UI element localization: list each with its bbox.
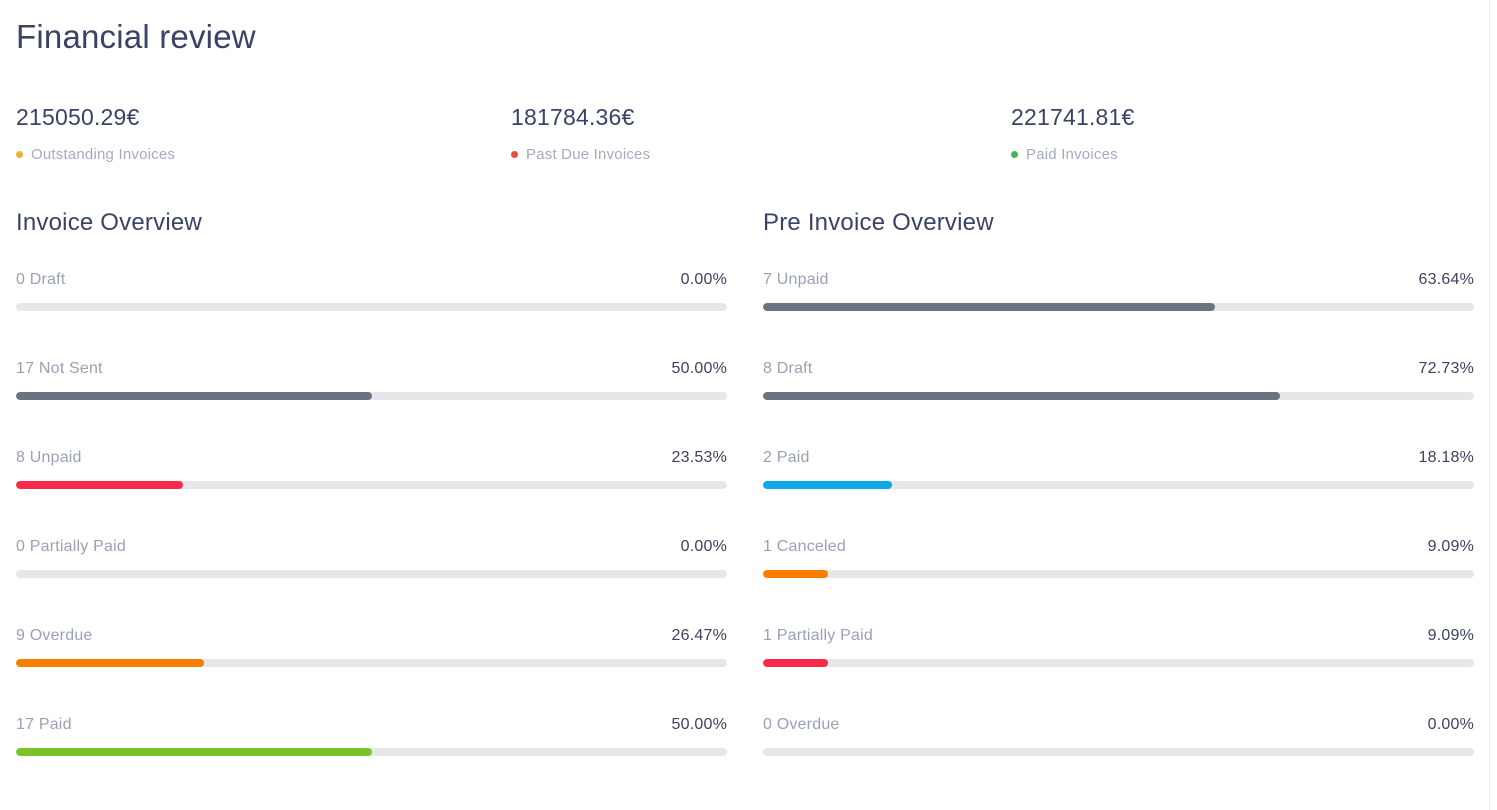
kpi-label-row: Paid Invoices [1011,146,1474,163]
progress-bar-track [16,748,727,756]
status-row: 1 Partially Paid 9.09% [763,627,1474,667]
progress-bar-track [763,303,1474,311]
progress-bar-fill [16,392,372,400]
status-row-header: 7 Unpaid 63.64% [763,271,1474,289]
progress-bar-track [16,570,727,578]
progress-bar-track [16,659,727,667]
kpi-value: 181784.36€ [511,104,635,130]
progress-bar-track [16,303,727,311]
status-row-header: 17 Paid 50.00% [16,716,727,734]
section-title: Invoice Overview [16,209,202,236]
status-row: 17 Not Sent 50.00% [16,360,727,400]
status-row-header: 0 Draft 0.00% [16,271,727,289]
status-label: 1 Canceled [763,538,846,555]
progress-bar-fill [763,570,828,578]
status-row-header: 8 Unpaid 23.53% [16,449,727,467]
status-row: 0 Partially Paid 0.00% [16,538,727,578]
status-row: 2 Paid 18.18% [763,449,1474,489]
kpi-label: Outstanding Invoices [31,146,176,163]
progress-bar-fill [16,659,205,667]
status-row-header: 0 Overdue 0.00% [763,716,1474,734]
kpi-value: 221741.81€ [1011,104,1135,130]
status-row: 9 Overdue 26.47% [16,627,727,667]
kpi-card: 221741.81€ Paid Invoices [1011,104,1474,163]
status-percent: 0.00% [1427,716,1474,733]
status-row: 0 Draft 0.00% [16,271,727,311]
status-label: 2 Paid [763,449,810,466]
status-percent: 0.00% [680,538,727,555]
status-label: 8 Draft [763,360,813,377]
progress-bar-track [763,570,1474,578]
status-label: 0 Overdue [763,716,840,733]
status-label: 8 Unpaid [16,449,82,466]
overview-sections: Invoice Overview 0 Draft 0.00% 17 Not Se… [16,209,1474,805]
overview-section: Pre Invoice Overview 7 Unpaid 63.64% 8 D… [763,209,1474,805]
kpi-dot-icon [1011,151,1018,158]
kpi-dot-icon [511,151,518,158]
progress-bar-track [763,748,1474,756]
page-title: Financial review [16,18,256,55]
progress-bar-track [16,392,727,400]
status-label: 7 Unpaid [763,271,829,288]
status-percent: 72.73% [1418,360,1474,377]
scrollbar-track [1489,0,1490,810]
status-percent: 18.18% [1418,449,1474,466]
progress-bar-fill [763,303,1216,311]
kpi-label-row: Past Due Invoices [511,146,1011,163]
kpi-dot-icon [16,151,23,158]
status-percent: 63.64% [1418,271,1474,288]
status-label: 0 Draft [16,271,66,288]
progress-bar-fill [763,659,828,667]
status-label: 0 Partially Paid [16,538,126,555]
kpi-label: Paid Invoices [1026,146,1118,163]
status-row-header: 1 Partially Paid 9.09% [763,627,1474,645]
status-percent: 50.00% [671,716,727,733]
status-percent: 50.00% [671,360,727,377]
status-rows: 0 Draft 0.00% 17 Not Sent 50.00% 8 Unpai… [16,271,727,756]
progress-bar-fill [763,481,893,489]
progress-bar-fill [16,748,372,756]
status-percent: 9.09% [1427,538,1474,555]
kpi-value: 215050.29€ [16,104,140,130]
status-label: 17 Not Sent [16,360,103,377]
status-row-header: 0 Partially Paid 0.00% [16,538,727,556]
status-rows: 7 Unpaid 63.64% 8 Draft 72.73% 2 Paid 18… [763,271,1474,756]
kpi-row: 215050.29€ Outstanding Invoices 181784.3… [16,104,1474,163]
status-label: 17 Paid [16,716,72,733]
status-row: 1 Canceled 9.09% [763,538,1474,578]
progress-bar-fill [763,392,1281,400]
status-row-header: 17 Not Sent 50.00% [16,360,727,378]
status-row-header: 2 Paid 18.18% [763,449,1474,467]
status-percent: 26.47% [671,627,727,644]
section-title: Pre Invoice Overview [763,209,994,236]
status-row: 7 Unpaid 63.64% [763,271,1474,311]
status-row-header: 1 Canceled 9.09% [763,538,1474,556]
kpi-card: 181784.36€ Past Due Invoices [511,104,1011,163]
financial-review-page: Financial review 215050.29€ Outstanding … [0,0,1497,810]
overview-section: Invoice Overview 0 Draft 0.00% 17 Not Se… [16,209,727,805]
status-row-header: 9 Overdue 26.47% [16,627,727,645]
progress-bar-fill [16,481,184,489]
status-row: 0 Overdue 0.00% [763,716,1474,756]
status-label: 9 Overdue [16,627,93,644]
kpi-card: 215050.29€ Outstanding Invoices [16,104,511,163]
status-row: 8 Unpaid 23.53% [16,449,727,489]
progress-bar-track [763,659,1474,667]
progress-bar-track [763,481,1474,489]
status-percent: 23.53% [671,449,727,466]
status-row: 17 Paid 50.00% [16,716,727,756]
progress-bar-track [763,392,1474,400]
kpi-label: Past Due Invoices [526,146,651,163]
status-percent: 0.00% [680,271,727,288]
progress-bar-track [16,481,727,489]
status-percent: 9.09% [1427,627,1474,644]
status-row: 8 Draft 72.73% [763,360,1474,400]
status-label: 1 Partially Paid [763,627,873,644]
kpi-label-row: Outstanding Invoices [16,146,511,163]
status-row-header: 8 Draft 72.73% [763,360,1474,378]
